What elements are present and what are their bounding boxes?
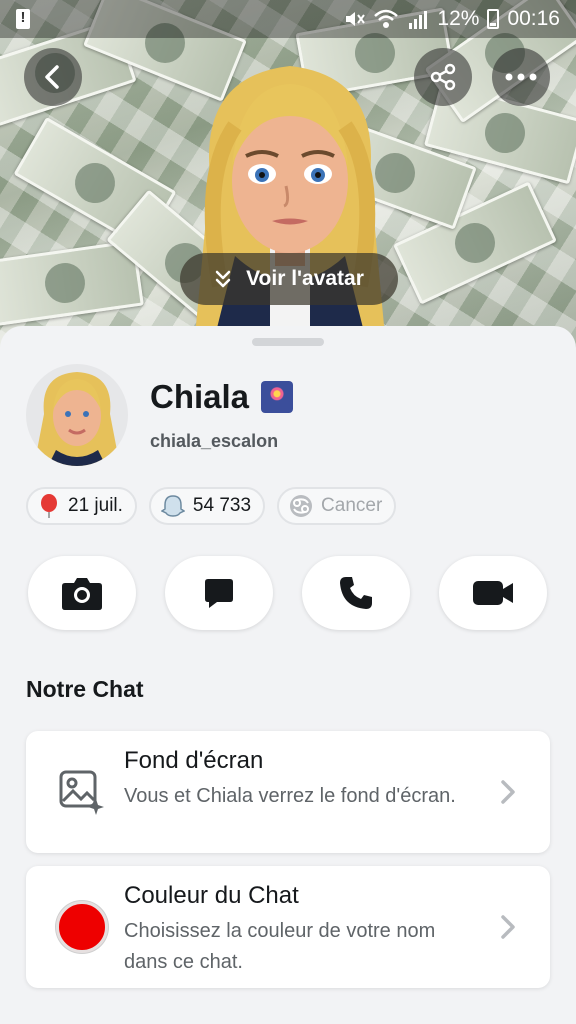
share-icon bbox=[430, 63, 456, 91]
chevron-right-icon bbox=[501, 780, 515, 804]
signal-icon bbox=[409, 11, 428, 29]
phone-icon bbox=[340, 577, 372, 609]
zodiac-label: Cancer bbox=[321, 495, 383, 516]
share-button[interactable] bbox=[414, 48, 472, 106]
wallpaper-title: Fond d'écran bbox=[124, 747, 264, 774]
chat-button[interactable] bbox=[165, 556, 273, 630]
fireworks-icon bbox=[261, 381, 294, 413]
chevron-right-icon bbox=[501, 915, 515, 939]
wallpaper-card[interactable]: Fond d'écran Vous et Chiala verrez le fo… bbox=[26, 731, 550, 853]
camera-button[interactable] bbox=[28, 556, 136, 630]
display-name: Chiala bbox=[150, 378, 294, 416]
battery-icon bbox=[487, 9, 500, 29]
mute-icon bbox=[346, 12, 366, 26]
username: chiala_escalon bbox=[150, 431, 279, 451]
more-icon bbox=[505, 73, 537, 81]
chat-icon bbox=[205, 579, 233, 608]
call-button[interactable] bbox=[302, 556, 410, 630]
chat-color-swatch bbox=[56, 901, 108, 953]
view-avatar-button[interactable]: Voir l'avatar bbox=[180, 253, 398, 305]
view-avatar-label: Voir l'avatar bbox=[246, 267, 364, 290]
wallpaper-description: Vous et Chiala verrez le fond d'écran. bbox=[124, 785, 456, 807]
action-row bbox=[28, 556, 547, 630]
balloon-icon bbox=[41, 494, 57, 518]
profile-pills: 21 juil. 54 733 Cancer bbox=[26, 487, 397, 525]
wallpaper-icon bbox=[59, 770, 104, 815]
zodiac-pill[interactable]: Cancer bbox=[277, 487, 397, 525]
snap-ghost-icon bbox=[160, 495, 185, 517]
video-icon bbox=[473, 581, 513, 605]
video-call-button[interactable] bbox=[439, 556, 547, 630]
birthday-pill[interactable]: 21 juil. bbox=[26, 487, 137, 525]
chat-color-title: Couleur du Chat bbox=[124, 882, 299, 909]
profile-sheet: Chiala chiala_escalon 21 juil. 54 733 Ca… bbox=[0, 326, 576, 1024]
clock: 00:16 bbox=[507, 7, 560, 30]
avatar-thumbnail bbox=[34, 372, 120, 466]
snapscore-label: 54 733 bbox=[192, 495, 252, 516]
more-options-button[interactable] bbox=[492, 48, 550, 106]
status-bar: 12% 00:16 bbox=[0, 0, 576, 38]
section-title: Notre Chat bbox=[26, 676, 144, 702]
wifi-icon bbox=[374, 9, 399, 28]
chat-color-card[interactable]: Couleur du Chat Choisissez la couleur de… bbox=[26, 866, 550, 988]
cancer-zodiac-icon bbox=[290, 495, 313, 517]
profile-banner bbox=[0, 0, 576, 360]
sheet-grabber[interactable] bbox=[252, 338, 324, 346]
display-name-text: Chiala bbox=[150, 378, 250, 415]
avatar[interactable] bbox=[26, 364, 128, 466]
chat-color-description: Choisissez la couleur de votre nom dans … bbox=[124, 920, 436, 973]
back-button[interactable] bbox=[24, 48, 82, 106]
camera-icon bbox=[62, 578, 102, 610]
double-chevron-down-icon bbox=[215, 270, 231, 288]
birthday-label: 21 juil. bbox=[68, 495, 123, 516]
alert-icon bbox=[16, 9, 30, 29]
battery-percent: 12% bbox=[437, 7, 480, 30]
snapscore-pill[interactable]: 54 733 bbox=[148, 487, 266, 525]
back-icon bbox=[45, 65, 59, 89]
